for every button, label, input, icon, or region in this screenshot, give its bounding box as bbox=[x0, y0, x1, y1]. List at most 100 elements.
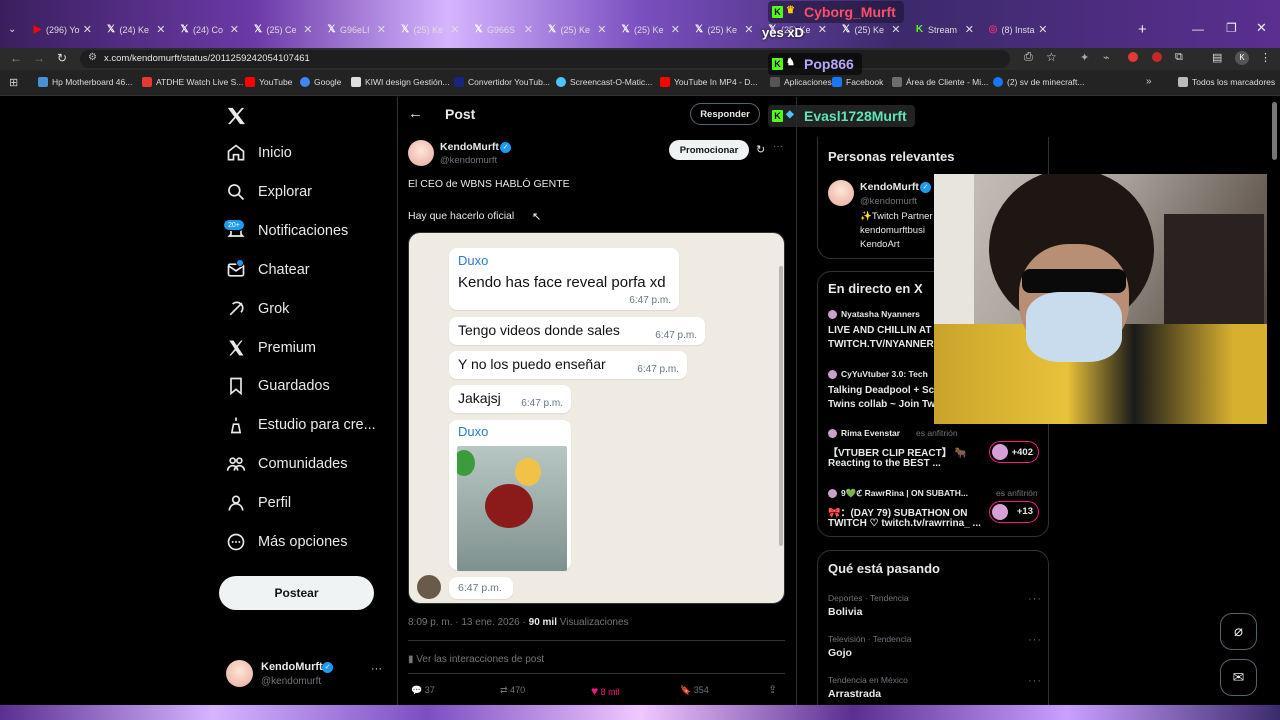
bookmark-item[interactable]: Aplicaciones bbox=[770, 77, 832, 87]
sidebar-item-inicio[interactable]: Inicio bbox=[226, 143, 292, 163]
browser-tab[interactable]: 𝕏 G96eLI ✕ bbox=[320, 19, 388, 41]
grok-icon[interactable]: ↻ bbox=[756, 143, 765, 156]
extension-icon[interactable]: ⌁ bbox=[1103, 51, 1110, 64]
close-tab-icon[interactable]: ✕ bbox=[377, 23, 386, 36]
close-tab-icon[interactable]: ✕ bbox=[818, 23, 827, 36]
chevron-right-icon[interactable]: » bbox=[1146, 76, 1152, 87]
bookmark-item[interactable]: KIWI design Gestión... bbox=[351, 77, 450, 87]
sidebar-item-guardados[interactable]: Guardados bbox=[226, 376, 330, 396]
live-item[interactable]: 9💚ℭ RawrRina | ON SUBATH... es anfitrión 🎀… bbox=[828, 487, 1042, 539]
close-tab-icon[interactable]: ✕ bbox=[744, 23, 753, 36]
close-tab-icon[interactable]: ✕ bbox=[83, 23, 92, 36]
bookmark-item[interactable]: YouTube In MP4 - D... bbox=[660, 77, 757, 87]
sidebar-icon[interactable]: ▤ bbox=[1212, 51, 1222, 64]
browser-tab[interactable]: 𝕏 (25) Ke ✕ bbox=[688, 19, 756, 41]
interactions-link[interactable]: ▮ Ver las interacciones de post bbox=[408, 654, 544, 665]
more-icon[interactable]: ··· bbox=[1028, 675, 1042, 687]
listeners-badge[interactable]: +13 bbox=[989, 500, 1039, 523]
sidebar-item-comunidades[interactable]: Comunidades bbox=[226, 454, 347, 474]
sidebar-item-mas-opciones[interactable]: Más opciones bbox=[226, 532, 347, 552]
close-tab-icon[interactable]: ✕ bbox=[597, 23, 606, 36]
restore-button[interactable]: ❐ bbox=[1226, 21, 1237, 35]
browser-tab[interactable]: K Stream ✕ bbox=[908, 19, 976, 41]
share-icon[interactable]: ⇪ bbox=[768, 683, 777, 696]
reload-icon[interactable]: ↻ bbox=[57, 51, 67, 65]
browser-tab[interactable]: 𝕏 (25) Ce ✕ bbox=[247, 19, 315, 41]
browser-tab[interactable]: ◎ (8) Insta ✕ bbox=[982, 19, 1050, 41]
post-button[interactable]: Postear bbox=[219, 576, 374, 610]
page-scrollbar[interactable] bbox=[1272, 102, 1277, 160]
install-icon[interactable]: ⎙ bbox=[1024, 51, 1033, 64]
reply-button[interactable]: Responder bbox=[690, 103, 760, 125]
bookmark-item[interactable]: Área de Cliente - Mi... bbox=[892, 77, 988, 87]
bookmark-item[interactable]: Google bbox=[300, 77, 341, 87]
bookmark-item[interactable]: ATDHE Watch Live S... bbox=[142, 77, 243, 87]
chat-scrollbar[interactable] bbox=[779, 266, 783, 546]
browser-tab[interactable]: 𝕏 (24) Ke ✕ bbox=[100, 19, 168, 41]
extension-red-icon[interactable] bbox=[1128, 52, 1138, 62]
url-field[interactable]: ⚙ x.com/kendomurft/status/20112592420541… bbox=[80, 50, 1010, 68]
author-name[interactable]: KendoMurft bbox=[440, 141, 499, 153]
more-icon[interactable]: ··· bbox=[1028, 593, 1042, 605]
browser-tab[interactable]: 𝕏 (25) Ke ✕ bbox=[614, 19, 682, 41]
grok-floating-button[interactable]: ⌀ bbox=[1220, 613, 1257, 650]
minimize-button[interactable]: — bbox=[1192, 22, 1204, 36]
browser-tab[interactable]: 𝕏 G966S ✕ bbox=[467, 19, 535, 41]
post-image[interactable]: Duxo Kendo has face reveal porfa xd 6:47… bbox=[408, 232, 785, 604]
sidebar-item-perfil[interactable]: Perfil bbox=[226, 493, 291, 513]
bookmark-item[interactable]: Convertidor YouTub... bbox=[454, 77, 550, 87]
close-tab-icon[interactable]: ✕ bbox=[965, 23, 974, 36]
trend-item[interactable]: Tendencia en México Arrastrada ··· bbox=[828, 675, 1042, 709]
x-logo-icon[interactable] bbox=[226, 107, 246, 125]
trend-item[interactable]: Televisión · Tendencia Gojo ··· bbox=[828, 634, 1042, 668]
back-arrow-icon[interactable]: ← bbox=[408, 105, 423, 122]
browser-tab[interactable]: 𝕏 (24) Co ✕ bbox=[173, 19, 241, 41]
close-tab-icon[interactable]: ✕ bbox=[156, 23, 165, 36]
extension-red-icon[interactable] bbox=[1152, 52, 1162, 62]
profile-avatar-icon[interactable]: K bbox=[1235, 51, 1249, 65]
author-avatar[interactable] bbox=[408, 140, 434, 166]
sidebar-item-explorar[interactable]: Explorar bbox=[226, 182, 312, 202]
browser-tab[interactable]: 𝕏 (25) Ke ✕ bbox=[394, 19, 462, 41]
browser-tab[interactable]: 𝕏 (25) Ke ✕ bbox=[541, 19, 609, 41]
apps-grid-icon[interactable]: ⊞ bbox=[9, 76, 18, 89]
post-more-icon[interactable]: ··· bbox=[773, 141, 783, 152]
close-tab-icon[interactable]: ✕ bbox=[1038, 23, 1047, 36]
bookmark-item[interactable]: Hp Motherboard 46... bbox=[38, 77, 132, 87]
site-info-icon[interactable]: ⚙ bbox=[88, 52, 97, 63]
close-tab-icon[interactable]: ✕ bbox=[891, 23, 900, 36]
sidebar-item-premium[interactable]: Premium bbox=[226, 338, 316, 358]
bookmark-action[interactable]: 🔖 354 bbox=[680, 685, 709, 696]
close-window-button[interactable]: ✕ bbox=[1256, 20, 1267, 36]
sidebar-item-estudio[interactable]: Estudio para cre... bbox=[226, 415, 376, 435]
tab-search-icon[interactable]: ⌄ bbox=[8, 24, 16, 35]
promote-button[interactable]: Promocionar bbox=[669, 140, 749, 160]
puzzle-icon[interactable]: ⧉ bbox=[1175, 51, 1183, 64]
menu-icon[interactable]: ⋮ bbox=[1260, 51, 1271, 64]
new-tab-button[interactable]: + bbox=[1138, 21, 1147, 38]
extension-icon[interactable]: ✦ bbox=[1080, 51, 1089, 64]
listeners-badge[interactable]: +402 bbox=[989, 441, 1039, 463]
bookmark-item[interactable]: Facebook bbox=[832, 77, 883, 87]
live-item[interactable]: Rima Evenstar es anfitrión 【VTUBER CLIP RE… bbox=[828, 427, 1042, 479]
post-timestamp[interactable]: 8:09 p. m. · 13 ene. 2026 · bbox=[408, 617, 526, 628]
close-tab-icon[interactable]: ✕ bbox=[450, 23, 459, 36]
all-bookmarks[interactable]: Todos los marcadores bbox=[1178, 77, 1275, 87]
messages-floating-button[interactable]: ✉ bbox=[1220, 659, 1257, 696]
more-icon[interactable]: ··· bbox=[371, 663, 382, 675]
bookmark-item[interactable]: YouTube bbox=[245, 77, 292, 87]
trend-item[interactable]: Deportes · Tendencia Bolivia ··· bbox=[828, 593, 1042, 627]
browser-tab[interactable]: ▶ (296) Yo ✕ bbox=[26, 19, 94, 41]
back-icon[interactable]: ← bbox=[10, 51, 22, 65]
sidebar-item-grok[interactable]: Grok bbox=[226, 299, 289, 319]
close-tab-icon[interactable]: ✕ bbox=[671, 23, 680, 36]
bookmark-item[interactable]: Screencast-O-Matic... bbox=[556, 77, 652, 87]
close-tab-icon[interactable]: ✕ bbox=[524, 23, 533, 36]
bookmark-star-icon[interactable]: ☆ bbox=[1046, 50, 1057, 64]
more-icon[interactable]: ··· bbox=[1028, 634, 1042, 646]
account-switcher[interactable]: KendoMurft ✓ @kendomurft ··· bbox=[226, 660, 386, 690]
close-tab-icon[interactable]: ✕ bbox=[303, 23, 312, 36]
reply-action[interactable]: 💬 37 bbox=[411, 685, 435, 696]
forward-icon[interactable]: → bbox=[33, 51, 45, 65]
repost-action[interactable]: ⇄ 470 bbox=[500, 685, 525, 696]
